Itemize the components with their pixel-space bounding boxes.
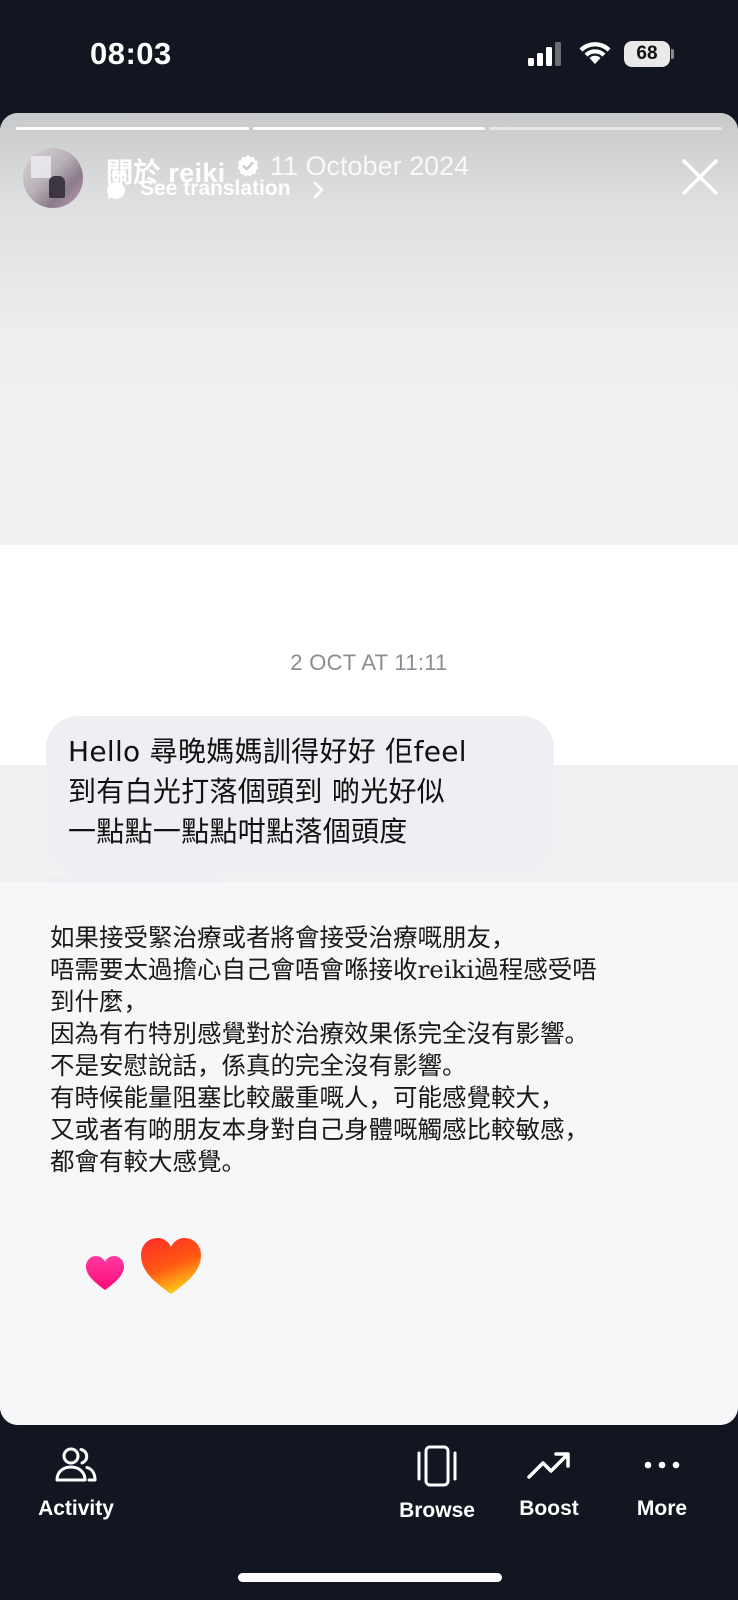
avatar-window bbox=[31, 156, 51, 178]
verified-icon bbox=[237, 155, 259, 177]
note-line: 唔需要太過擔心自己會唔會喺接收reiki過程感受唔 bbox=[50, 955, 597, 984]
battery-icon: 68 bbox=[624, 41, 674, 67]
signal-icon bbox=[528, 42, 561, 66]
message-line: 一點點一點點咁點落個頭度 bbox=[68, 815, 408, 848]
nav-more-label: More bbox=[636, 1497, 688, 1520]
nav-more[interactable]: More bbox=[602, 1445, 722, 1521]
more-dots-icon bbox=[644, 1461, 680, 1469]
home-indicator[interactable] bbox=[238, 1573, 502, 1582]
progress-segment bbox=[489, 127, 723, 130]
status-time: 08:03 bbox=[90, 36, 172, 71]
post-date: 11 October 2024 bbox=[270, 151, 470, 181]
trending-up-icon bbox=[527, 1452, 570, 1479]
note-line: 都會有較大感覺。 bbox=[50, 1147, 246, 1176]
nav-activity-label: Activity bbox=[38, 1497, 114, 1520]
close-icon[interactable] bbox=[676, 153, 724, 201]
nav-browse-label: Browse bbox=[399, 1499, 475, 1522]
message-line: Hello 尋晚媽媽訓得好好 佢feel bbox=[68, 735, 467, 768]
people-icon bbox=[55, 1447, 97, 1482]
nav-boost-label: Boost bbox=[519, 1497, 579, 1520]
nav-activity[interactable]: Activity bbox=[16, 1445, 136, 1521]
note-line: 因為有冇特別感覺對於治療效果係完全沒有影響。 bbox=[50, 1019, 589, 1048]
note-line: 又或者有啲朋友本身對自己身體嘅觸感比較敏感， bbox=[50, 1115, 589, 1144]
message-line: 到有白光打落個頭到 啲光好似 bbox=[68, 775, 446, 808]
nav-browse[interactable]: Browse bbox=[377, 1445, 497, 1523]
browse-icon bbox=[417, 1445, 457, 1487]
nav-boost[interactable]: Boost bbox=[489, 1445, 609, 1521]
chevron-right-icon[interactable] bbox=[312, 179, 326, 201]
status-bar: 08:03 68 bbox=[0, 0, 738, 110]
battery-level: 68 bbox=[624, 41, 670, 67]
note-text: 如果接受緊治療或者將會接受治療嘅朋友， 唔需要太過擔心自己會唔會喺接收reiki… bbox=[50, 922, 710, 1178]
note-line: 如果接受緊治療或者將會接受治療嘅朋友， bbox=[50, 923, 516, 952]
progress-segment bbox=[252, 127, 486, 130]
dm-timestamp: 2 OCT AT 11:11 bbox=[290, 650, 448, 675]
wifi-icon bbox=[579, 42, 611, 64]
heart-orange-icon[interactable] bbox=[138, 1235, 204, 1297]
translation-bubble-icon bbox=[106, 181, 125, 200]
note-line: 到什麼， bbox=[50, 987, 148, 1016]
avatar[interactable] bbox=[23, 148, 83, 208]
note-line: 有時候能量阻塞比較嚴重嘅人，可能感覺較大， bbox=[50, 1083, 565, 1112]
message-text: Hello 尋晚媽媽訓得好好 佢feel 到有白光打落個頭到 啲光好似 一點點一… bbox=[68, 732, 532, 852]
battery-nub bbox=[671, 49, 674, 59]
avatar-figure bbox=[49, 176, 65, 198]
progress-segment bbox=[16, 127, 249, 130]
message-bubble: Hello 尋晚媽媽訓得好好 佢feel 到有白光打落個頭到 啲光好似 一點點一… bbox=[46, 716, 554, 874]
note-line: 不是安慰說話，係真的完全沒有影響。 bbox=[50, 1051, 467, 1080]
see-translation-link[interactable]: See translation bbox=[140, 177, 291, 201]
heart-pink-icon[interactable] bbox=[84, 1254, 126, 1292]
story-progress-bar bbox=[16, 127, 723, 130]
